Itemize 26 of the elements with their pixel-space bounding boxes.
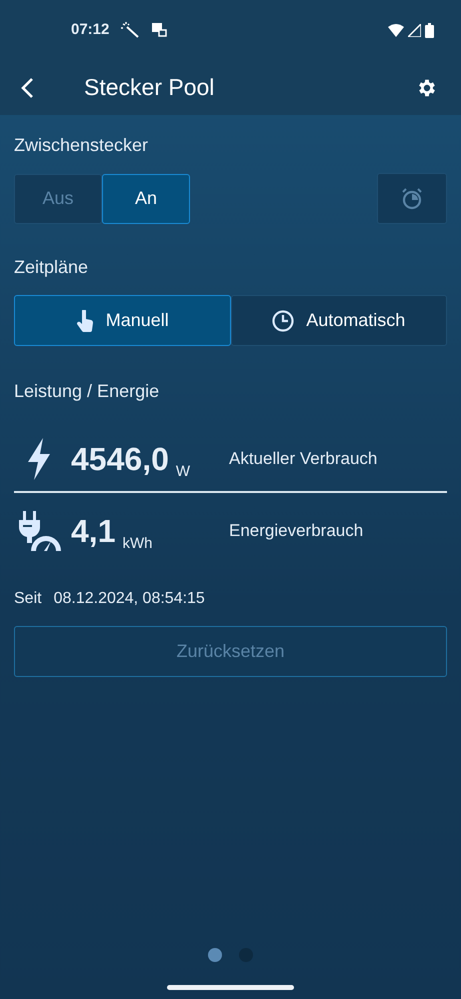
plug-gauge-icon [17,511,61,551]
since-timestamp: 08.12.2024, 08:54:15 [54,589,205,609]
signal-icon [408,24,421,36]
reading-unit: W [176,464,190,479]
page-title: Stecker Pool [84,73,214,102]
magic-wand-icon [121,22,140,38]
wifi-icon [388,24,404,36]
reading-unit: kWh [122,536,152,551]
since-label: Seit [14,589,42,609]
schedule-option[interactable]: Manuell [14,295,230,346]
section-label: Zeitpläne [14,256,90,279]
section-label: Zwischenstecker [14,134,150,157]
reading-value: 4,1 [71,515,116,547]
reading-caption: Aktueller Verbrauch [229,448,378,470]
hand-pointer-icon [76,310,94,332]
screen-cast-icon [151,22,168,38]
schedule-option[interactable]: Automatisch [230,295,447,346]
toggle-option[interactable]: An [102,174,190,224]
status-time: 07:12 [71,20,110,40]
alarm-clock-icon [401,188,423,210]
clock-icon [272,310,294,332]
reading-value: 4546,0 [71,443,169,475]
lightning-icon [26,438,52,480]
battery-icon [425,22,434,38]
section-label: Leistung / Energie [14,380,160,403]
reading-caption: Energieverbrauch [229,520,364,542]
